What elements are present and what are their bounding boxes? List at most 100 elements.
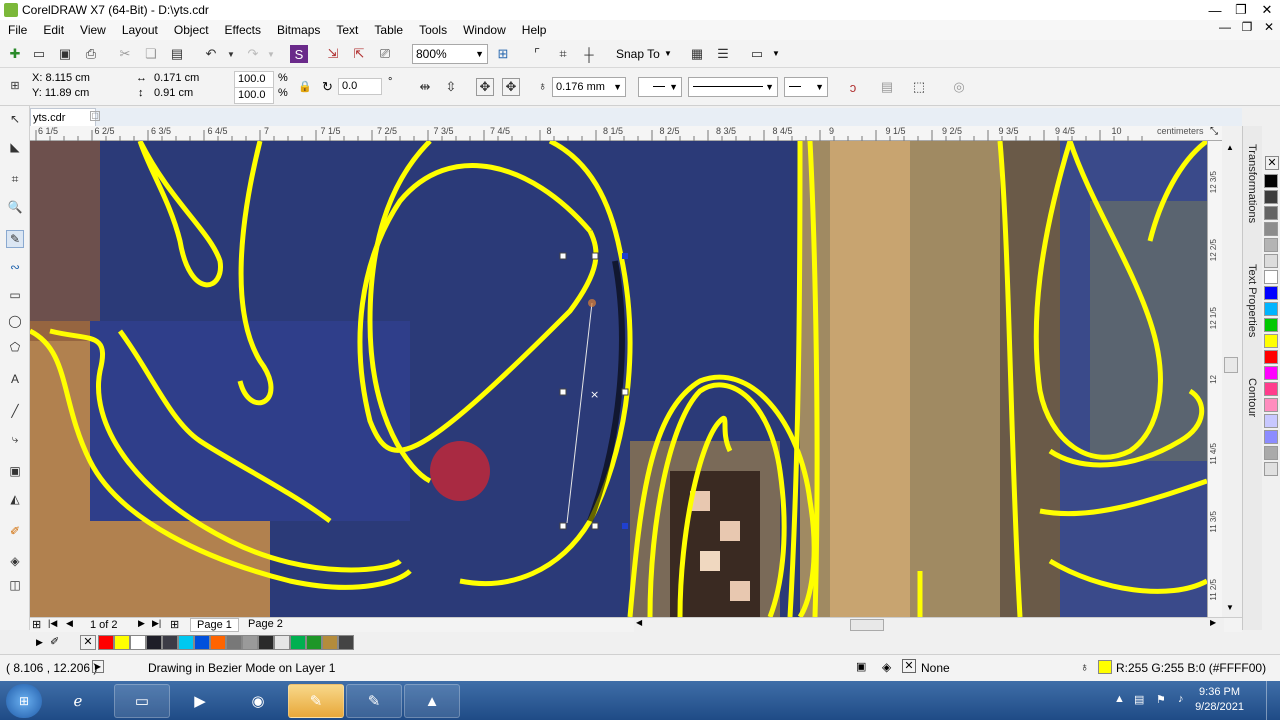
ellipse-tool-icon[interactable]: ◯ bbox=[6, 312, 24, 330]
color-swatch[interactable] bbox=[1264, 318, 1278, 332]
horizontal-scroll-thumb[interactable] bbox=[850, 619, 884, 631]
tray-network-icon[interactable]: ▤ bbox=[1134, 693, 1144, 706]
start-arrowhead-combo[interactable]: ▼ bbox=[638, 77, 682, 97]
shape-tool-icon[interactable]: ◣ bbox=[6, 138, 24, 156]
media-player-icon[interactable]: ▶ bbox=[172, 684, 228, 718]
color-swatch[interactable] bbox=[242, 635, 258, 650]
color-swatch[interactable] bbox=[1264, 366, 1278, 380]
palette-scroll-icon[interactable]: ▶ bbox=[36, 637, 43, 648]
menu-object[interactable]: Object bbox=[166, 23, 217, 37]
paste-icon[interactable]: ▤ bbox=[168, 45, 186, 63]
menu-table[interactable]: Table bbox=[366, 23, 411, 37]
status-play-icon[interactable]: ▶ bbox=[92, 660, 104, 673]
ruler-origin-icon[interactable]: ⤡ bbox=[1210, 126, 1218, 137]
color-swatch[interactable] bbox=[1264, 206, 1278, 220]
palette-eyedropper-icon[interactable]: ✐ bbox=[50, 635, 59, 648]
close-curve-icon[interactable]: ↄ bbox=[844, 78, 862, 96]
scale-height-field[interactable]: 100.0 bbox=[234, 87, 274, 104]
open-icon[interactable]: ▭ bbox=[30, 45, 48, 63]
menu-layout[interactable]: Layout bbox=[114, 23, 166, 37]
color-swatch[interactable] bbox=[1264, 334, 1278, 348]
close-button[interactable]: ✕ bbox=[1254, 0, 1280, 20]
add-page-icon[interactable]: ⊞ bbox=[32, 618, 41, 631]
outline-color-swatch[interactable] bbox=[1098, 660, 1112, 674]
application-launcher-icon[interactable]: ▭ bbox=[748, 45, 766, 63]
text-tool-icon[interactable]: A bbox=[6, 370, 24, 388]
full-screen-preview-icon[interactable]: ⊞ bbox=[494, 45, 512, 63]
color-swatch[interactable] bbox=[178, 635, 194, 650]
snap-to-chevron-icon[interactable]: ▼ bbox=[664, 49, 672, 58]
show-rulers-icon[interactable]: ⌜ bbox=[528, 45, 546, 63]
color-swatch[interactable] bbox=[98, 635, 114, 650]
cut-icon[interactable]: ✂ bbox=[116, 45, 134, 63]
last-page-icon[interactable]: ▶| bbox=[152, 618, 161, 629]
show-guidelines-icon[interactable]: ┼ bbox=[580, 45, 598, 63]
scale-width-field[interactable]: 100.0 bbox=[234, 71, 274, 88]
polygon-tool-icon[interactable]: ⬠ bbox=[6, 338, 24, 356]
horizontal-scrollbar[interactable]: ◀ ▶ bbox=[634, 618, 1224, 632]
copy-icon[interactable]: ❏ bbox=[142, 45, 160, 63]
publish-pdf-icon[interactable]: ⎚ bbox=[376, 45, 394, 63]
color-swatch[interactable] bbox=[1264, 430, 1278, 444]
scroll-right-icon[interactable]: ▶ bbox=[1210, 618, 1216, 627]
object-width[interactable]: 0.171 cm bbox=[154, 72, 199, 84]
first-page-icon[interactable]: |◀ bbox=[48, 618, 57, 629]
color-swatch[interactable] bbox=[1264, 446, 1278, 460]
menu-window[interactable]: Window bbox=[455, 23, 514, 37]
color-swatch[interactable] bbox=[1264, 270, 1278, 284]
tray-flag-icon[interactable]: ⚑ bbox=[1156, 693, 1166, 706]
fill-bucket-icon[interactable]: ◈ bbox=[882, 660, 891, 674]
restore-button[interactable]: ❐ bbox=[1228, 0, 1254, 20]
redo-icon[interactable]: ↷ bbox=[244, 45, 262, 63]
vertical-scrollbar[interactable]: ▲ ▼ bbox=[1222, 141, 1242, 617]
redo-dropdown-icon[interactable]: ▼ bbox=[262, 45, 280, 63]
color-swatch[interactable] bbox=[1264, 286, 1278, 300]
snap-to-button[interactable]: Snap To bbox=[616, 47, 660, 61]
color-swatch[interactable] bbox=[130, 635, 146, 650]
color-swatch[interactable] bbox=[306, 635, 322, 650]
wrap-text-icon[interactable]: ▤ bbox=[878, 78, 896, 96]
import-icon[interactable]: ⇲ bbox=[324, 45, 342, 63]
drop-shadow-tool-icon[interactable]: ▣ bbox=[6, 462, 24, 480]
tray-volume-icon[interactable]: ♪ bbox=[1178, 693, 1184, 705]
color-swatch[interactable] bbox=[162, 635, 178, 650]
color-swatch[interactable] bbox=[338, 635, 354, 650]
color-swatch[interactable] bbox=[1264, 414, 1278, 428]
menu-tools[interactable]: Tools bbox=[411, 23, 455, 37]
docker-tab-contour[interactable]: Contour bbox=[1246, 378, 1258, 417]
docker-tab-text-properties[interactable]: Text Properties bbox=[1246, 264, 1258, 337]
object-origin-icon[interactable]: ⊞ bbox=[6, 76, 24, 94]
save-icon[interactable]: ▣ bbox=[56, 45, 74, 63]
symmetric-node-icon[interactable]: ✥ bbox=[502, 78, 520, 96]
pick-tool-icon[interactable]: ↖ bbox=[6, 110, 24, 128]
menu-bitmaps[interactable]: Bitmaps bbox=[269, 23, 328, 37]
bounding-box-icon[interactable]: ⬚ bbox=[910, 78, 928, 96]
color-swatch[interactable] bbox=[226, 635, 242, 650]
undo-icon[interactable]: ↶ bbox=[202, 45, 220, 63]
docker-tab-transformations[interactable]: Transformations bbox=[1246, 144, 1258, 223]
mirror-vertical-icon[interactable]: ⇳ bbox=[442, 78, 460, 96]
menu-help[interactable]: Help bbox=[514, 23, 555, 37]
bezier-tool-icon[interactable]: ✎ bbox=[6, 230, 24, 248]
outline-pen-status-icon[interactable]: ♁ bbox=[1080, 660, 1089, 674]
scroll-down-icon[interactable]: ▼ bbox=[1226, 603, 1234, 612]
vlc-icon[interactable]: ▲ bbox=[404, 684, 460, 718]
smooth-node-icon[interactable]: ✥ bbox=[476, 78, 494, 96]
color-swatch[interactable] bbox=[1264, 350, 1278, 364]
quick-customize-icon[interactable]: ◎ bbox=[950, 78, 968, 96]
color-swatch[interactable] bbox=[1264, 302, 1278, 316]
color-swatch[interactable] bbox=[274, 635, 290, 650]
crop-tool-icon[interactable]: ⌗ bbox=[6, 170, 24, 188]
y-position[interactable]: Y: 11.89 cm bbox=[32, 87, 89, 99]
color-swatch[interactable] bbox=[322, 635, 338, 650]
vertical-scroll-thumb[interactable] bbox=[1224, 357, 1238, 373]
interactive-fill-tool-icon[interactable]: ◈ bbox=[6, 552, 24, 570]
scroll-up-icon[interactable]: ▲ bbox=[1226, 143, 1234, 152]
color-eyedropper-tool-icon[interactable]: ✐ bbox=[6, 522, 24, 540]
doc-restore-button[interactable]: ❐ bbox=[1236, 20, 1258, 34]
menu-view[interactable]: View bbox=[72, 23, 114, 37]
menu-file[interactable]: File bbox=[0, 23, 35, 37]
launcher-chevron-icon[interactable]: ▼ bbox=[772, 49, 780, 58]
color-swatch[interactable] bbox=[1264, 222, 1278, 236]
rectangle-tool-icon[interactable]: ▭ bbox=[6, 286, 24, 304]
